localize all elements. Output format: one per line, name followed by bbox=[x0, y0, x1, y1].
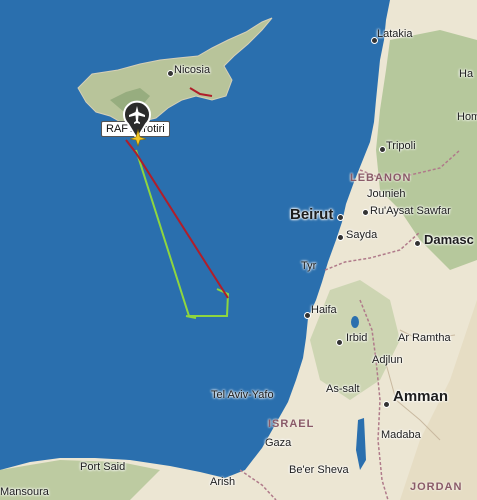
label-beirut[interactable]: Beirut bbox=[290, 206, 333, 223]
label-nicosia[interactable]: Nicosia bbox=[174, 64, 210, 76]
label-ruaysat[interactable]: Ru'Aysat Sawfar bbox=[370, 205, 451, 217]
label-tripoli[interactable]: Tripoli bbox=[386, 140, 416, 152]
ruaysat-dot bbox=[362, 209, 369, 216]
label-ar-ramtha[interactable]: Ar Ramtha bbox=[398, 332, 451, 344]
irbid-dot bbox=[336, 339, 343, 346]
label-port-said[interactable]: Port Said bbox=[80, 461, 125, 473]
label-hom[interactable]: Hom bbox=[457, 111, 477, 123]
label-jounieh[interactable]: Jounieh bbox=[367, 188, 406, 200]
label-as-salt[interactable]: As-salt bbox=[326, 383, 360, 395]
track-marker-icon bbox=[129, 128, 147, 147]
label-adjlun[interactable]: Adjlun bbox=[372, 354, 403, 366]
label-madaba[interactable]: Madaba bbox=[381, 429, 421, 441]
label-israel[interactable]: ISRAEL bbox=[268, 418, 314, 430]
label-gaza[interactable]: Gaza bbox=[265, 437, 291, 449]
label-sayda[interactable]: Sayda bbox=[346, 229, 377, 241]
label-arish[interactable]: Arish bbox=[210, 476, 235, 488]
label-damascus[interactable]: Damasc bbox=[424, 232, 474, 247]
beirut-dot bbox=[337, 214, 344, 221]
map-canvas bbox=[0, 0, 477, 500]
haifa-dot bbox=[304, 312, 311, 319]
label-beer-sheva[interactable]: Be'er Sheva bbox=[289, 464, 349, 476]
sea-of-galilee bbox=[351, 316, 359, 328]
label-mansoura[interactable]: Mansoura bbox=[0, 486, 49, 498]
label-irbid[interactable]: Irbid bbox=[346, 332, 367, 344]
label-amman[interactable]: Amman bbox=[393, 388, 448, 405]
damascus-dot bbox=[414, 240, 421, 247]
label-lebanon[interactable]: LEBANON bbox=[350, 172, 411, 184]
label-ha[interactable]: Ha bbox=[459, 68, 473, 80]
nicosia-dot bbox=[167, 70, 174, 77]
label-latakia[interactable]: Latakia bbox=[377, 28, 412, 40]
tripoli-dot bbox=[379, 146, 386, 153]
label-haifa[interactable]: Haifa bbox=[311, 304, 337, 316]
label-jordan[interactable]: JORDAN bbox=[410, 481, 462, 493]
amman-dot bbox=[383, 401, 390, 408]
flight-map[interactable]: Latakia Ha Nicosia Hom Tripoli LEBANON J… bbox=[0, 0, 477, 500]
sayda-dot bbox=[337, 234, 344, 241]
label-tel-aviv[interactable]: Tel Aviv-Yafo bbox=[211, 389, 274, 401]
label-tyr[interactable]: Tyr bbox=[301, 260, 316, 272]
